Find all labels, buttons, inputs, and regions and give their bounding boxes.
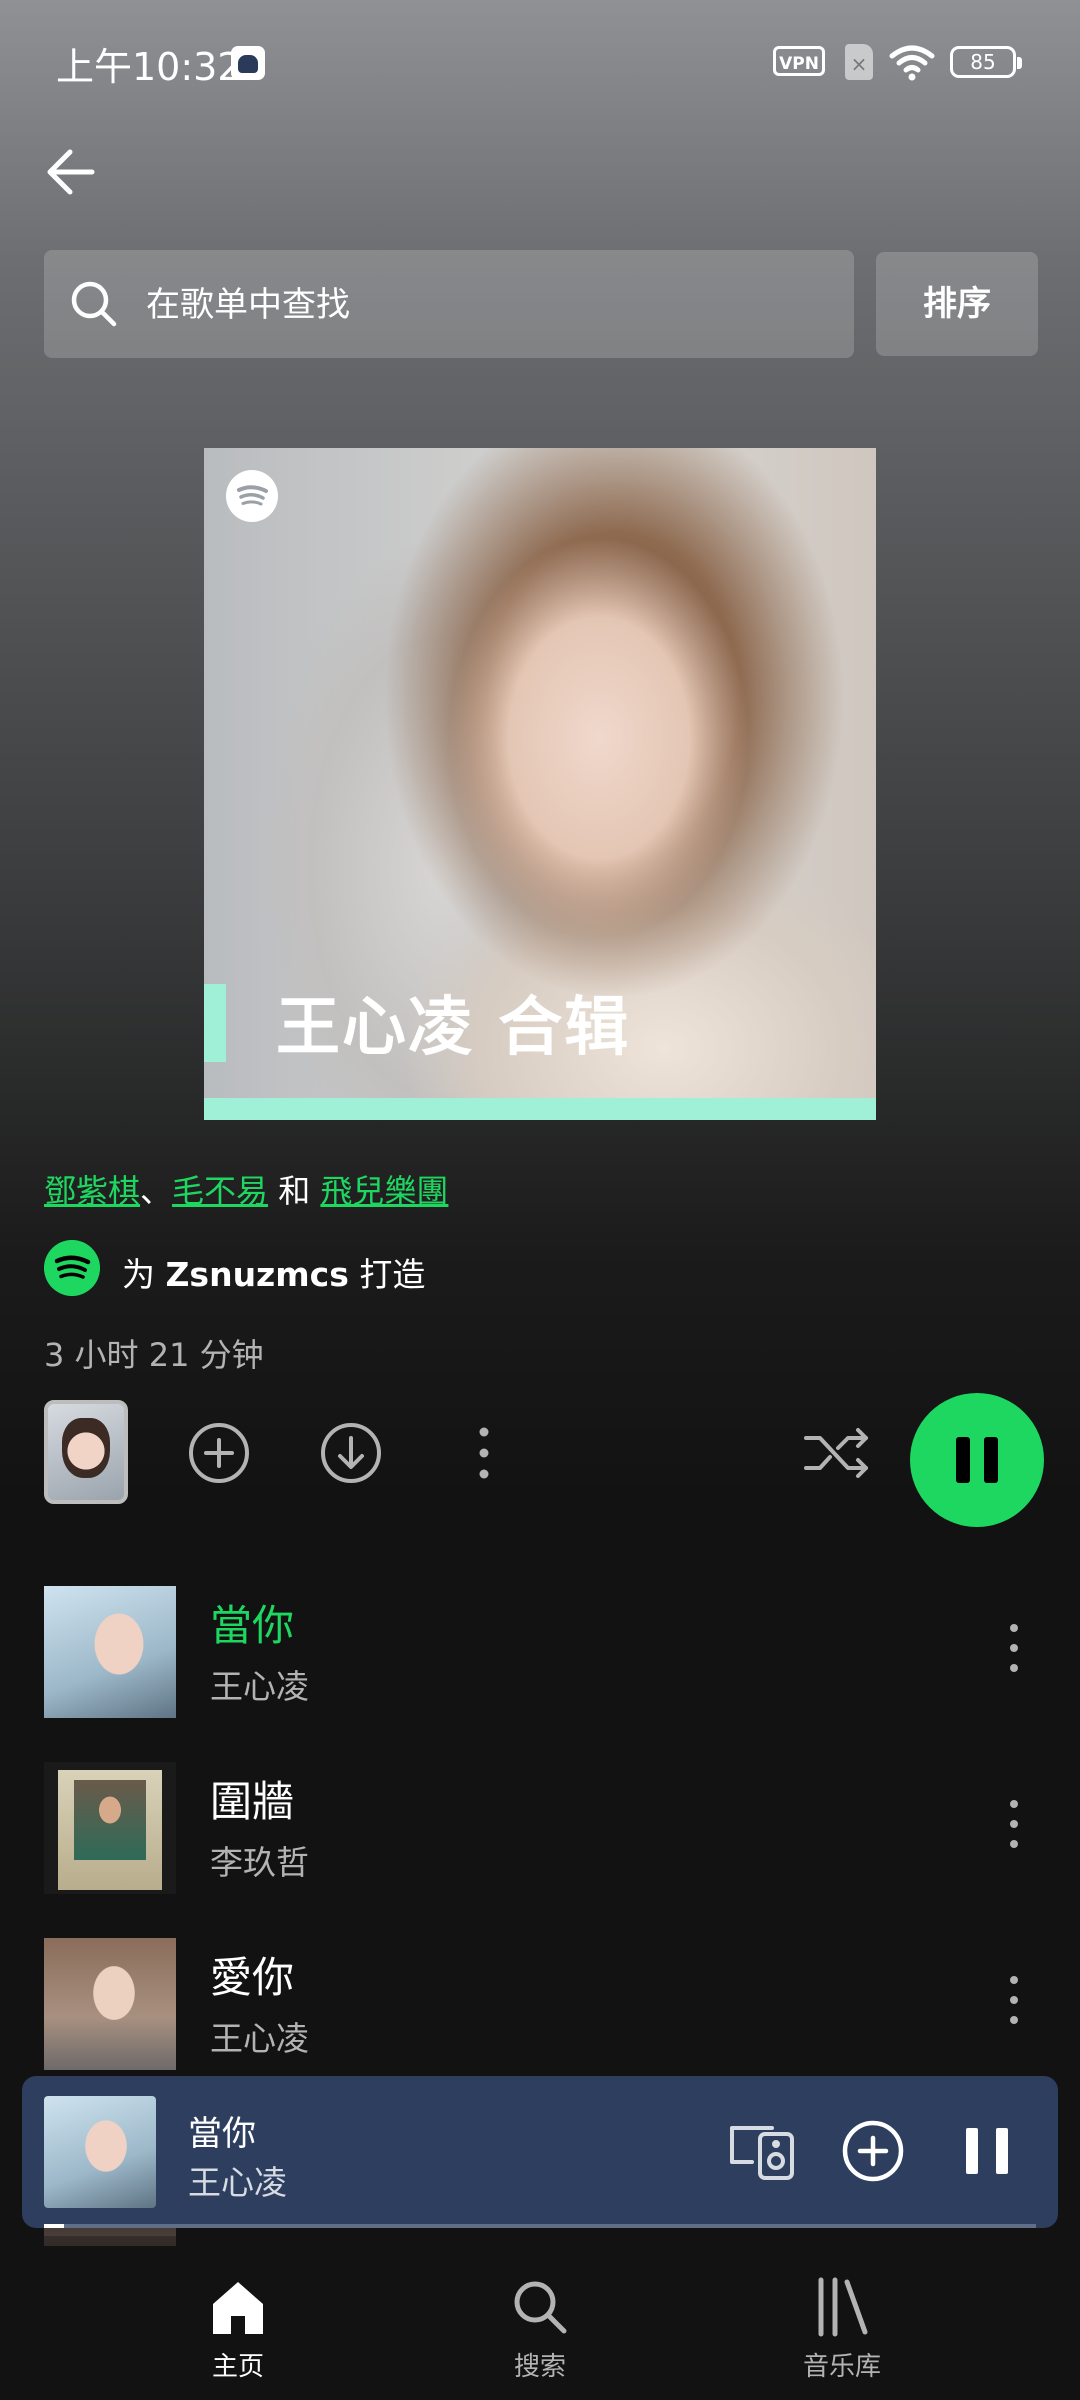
nav-item-search[interactable]: 搜索: [440, 2276, 640, 2396]
playlist-cover-art: 王心凌 合辑: [204, 448, 876, 1120]
more-options-button[interactable]: [466, 1420, 502, 1486]
track-album-art: [44, 1938, 176, 2070]
artist-link[interactable]: 毛不易: [172, 1172, 268, 1210]
add-circle-icon: [842, 2120, 904, 2182]
cover-title: 王心凌 合辑: [276, 991, 631, 1065]
connect-device-icon: [730, 2126, 794, 2180]
notification-cat-icon: [231, 46, 265, 80]
status-bar: 上午10:32 VPN × 85: [0, 0, 1080, 120]
nav-label: 搜索: [513, 2352, 566, 2382]
bottom-navigation: 主页 搜索 音乐库: [0, 2236, 1080, 2400]
track-title: 圍牆: [210, 1777, 295, 1826]
spotify-logo-icon: [226, 470, 278, 522]
mini-player-add-button[interactable]: [840, 2118, 906, 2184]
vpn-icon: VPN: [773, 46, 825, 76]
playlist-duration: 3 小时 21 分钟: [44, 1336, 264, 1374]
library-icon: [818, 2277, 868, 2337]
track-more-button[interactable]: [998, 1616, 1030, 1680]
nav-label: 音乐库: [802, 2352, 881, 2382]
cover-bottom-strip: [204, 1098, 876, 1120]
back-button[interactable]: [40, 140, 104, 204]
cover-accent-bar: [204, 984, 226, 1062]
battery-icon: 85: [950, 46, 1022, 78]
track-title: 愛你: [210, 1953, 295, 2002]
track-artist: 王心凌: [210, 1667, 309, 1706]
artist-conjunction: 和: [278, 1172, 311, 1210]
artist-separator: 、: [140, 1172, 173, 1210]
status-time: 上午10:32: [56, 45, 242, 89]
mini-player-progress-fill: [44, 2224, 64, 2228]
spotify-logo-icon: [44, 1240, 100, 1296]
add-circle-icon: [189, 1423, 249, 1483]
connect-device-button[interactable]: [726, 2118, 798, 2184]
featured-artists: 鄧紫棋、毛不易 和 飛兒樂團: [44, 1166, 448, 1212]
mini-player-album-art: [44, 2096, 156, 2208]
artist-link[interactable]: 飛兒樂團: [320, 1172, 448, 1210]
mini-player-progress-track: [44, 2224, 1036, 2228]
track-title: 當你: [210, 1601, 295, 1650]
track-more-button[interactable]: [998, 1968, 1030, 2032]
mini-player-pause-button[interactable]: [958, 2118, 1018, 2184]
creator-name[interactable]: Zsnuzmcs: [166, 1255, 349, 1294]
track-row[interactable]: 當你 王心凌: [0, 1586, 1080, 1736]
shuffle-icon: [804, 1428, 868, 1478]
arrow-left-icon: [47, 149, 95, 195]
search-icon: [71, 281, 117, 327]
sim-icon: ×: [845, 44, 873, 80]
created-by-suffix: 打造: [359, 1255, 426, 1294]
mini-player-title: 當你: [188, 2114, 256, 2154]
search-input[interactable]: [144, 250, 838, 360]
preview-thumbnail[interactable]: [44, 1400, 128, 1504]
search-icon: [514, 2281, 567, 2334]
track-more-button[interactable]: [998, 1792, 1030, 1856]
home-icon: [213, 2282, 263, 2334]
play-pause-button[interactable]: [910, 1393, 1044, 1527]
download-icon: [321, 1423, 381, 1483]
track-row[interactable]: 愛你 王心凌: [0, 1938, 1080, 2088]
sort-button[interactable]: 排序: [876, 252, 1038, 356]
created-by-prefix: 为: [122, 1255, 155, 1294]
track-row[interactable]: 圍牆 李玖哲: [0, 1762, 1080, 1912]
mini-player[interactable]: 當你 王心凌: [22, 2076, 1058, 2228]
more-vertical-icon: [479, 1427, 489, 1479]
created-by-text: 为 Zsnuzmcs 打造: [122, 1248, 425, 1296]
nav-item-home[interactable]: 主页: [138, 2276, 338, 2396]
playlist-search-box[interactable]: [44, 250, 854, 360]
wifi-icon: [889, 45, 935, 81]
mini-player-artist: 王心凌: [188, 2163, 287, 2202]
artist-link[interactable]: 鄧紫棋: [44, 1172, 140, 1210]
nav-label: 主页: [211, 2352, 264, 2382]
track-artist: 王心凌: [210, 2019, 309, 2058]
download-button[interactable]: [318, 1420, 384, 1486]
shuffle-button[interactable]: [802, 1420, 874, 1486]
add-to-library-button[interactable]: [186, 1420, 252, 1486]
nav-item-library[interactable]: 音乐库: [742, 2276, 942, 2396]
track-album-art: [44, 1586, 176, 1718]
track-artist: 李玖哲: [210, 1843, 309, 1882]
battery-level: 85: [970, 50, 996, 74]
track-album-art: [44, 1762, 176, 1894]
